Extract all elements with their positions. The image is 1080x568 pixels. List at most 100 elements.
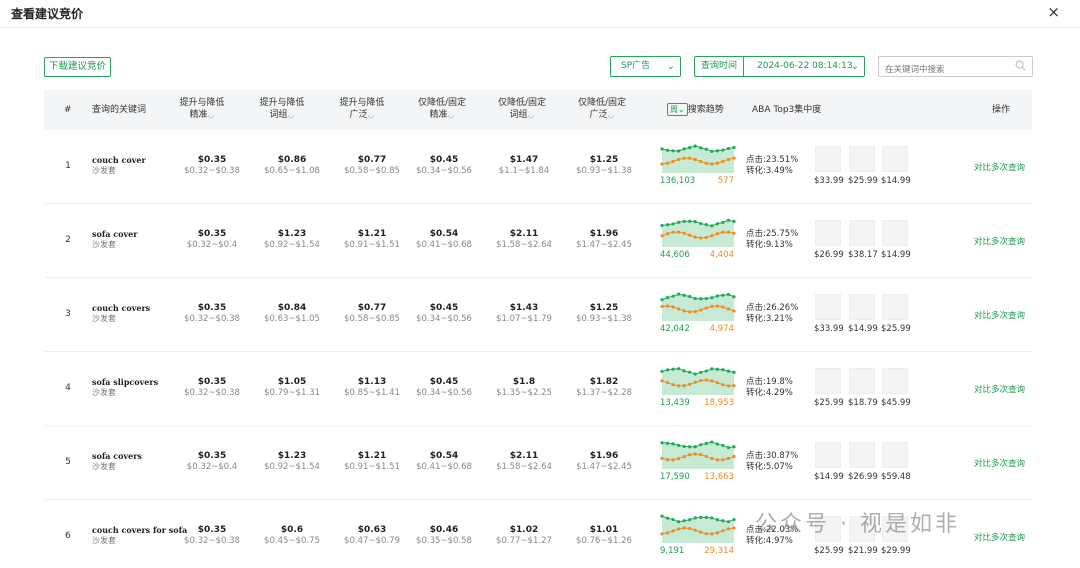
trend-line-orange-point xyxy=(710,379,714,383)
bid-cell: $1.8 $1.35~$2.25 xyxy=(484,377,564,399)
keyword-search-box[interactable] xyxy=(878,56,1033,80)
trend-line-green-point xyxy=(665,148,670,152)
product-thumbnail[interactable] xyxy=(882,442,908,468)
aba-cell: 点击:23.51% 转化:3.49% xyxy=(746,155,798,177)
product-thumbnail[interactable] xyxy=(882,146,908,172)
product-card[interactable]: $26.99 xyxy=(814,220,844,262)
product-thumbnail[interactable] xyxy=(815,368,841,394)
bid-value: $0.35 xyxy=(197,525,227,535)
query-time-value: 2024-06-22 08:14:13 xyxy=(757,61,853,71)
keyword-translation: 沙发套 xyxy=(92,462,116,471)
product-thumbnail[interactable] xyxy=(815,146,841,172)
trend-line-orange-point xyxy=(677,527,681,531)
keyword-search-input[interactable] xyxy=(879,60,1007,80)
col-down-only-phrase[interactable]: 仅降低/固定 词组◡ xyxy=(482,97,562,121)
product-card[interactable]: $14.99 xyxy=(814,442,844,484)
top3-products: $25.99 $18.79 $45.99 xyxy=(814,368,914,408)
trend-line-green-point xyxy=(699,515,703,519)
trend-search-rank: 577 xyxy=(717,176,734,186)
product-thumbnail[interactable] xyxy=(849,442,875,468)
product-card[interactable]: $33.99 xyxy=(814,294,844,336)
bid-value: $1.13 xyxy=(357,377,387,387)
compare-queries-link[interactable]: 对比多次查询 xyxy=(974,457,1025,469)
compare-queries-link[interactable]: 对比多次查询 xyxy=(974,383,1025,395)
keyword-cell: sofa covers 沙发套 xyxy=(92,451,142,472)
keyword-cell: couch covers 沙发套 xyxy=(92,303,150,324)
col-down-only-exact[interactable]: 仅降低/固定 精准◡ xyxy=(402,97,482,121)
product-thumbnail[interactable] xyxy=(849,294,875,320)
bid-value: $0.45 xyxy=(429,303,459,313)
trend-period-toggle[interactable]: 周⌄ xyxy=(667,103,688,116)
trend-line-orange-point xyxy=(677,456,681,461)
aba-click-share: 点击:30.87% xyxy=(746,451,799,461)
product-thumbnail[interactable] xyxy=(849,220,875,246)
compare-queries-link[interactable]: 对比多次查询 xyxy=(974,309,1025,321)
aba-click-share: 点击:23.51% xyxy=(746,155,799,165)
aba-cell: 点击:19.8% 转化:4.29% xyxy=(746,377,793,399)
trend-line-orange-point xyxy=(732,384,736,388)
product-thumbnail[interactable] xyxy=(815,220,841,246)
bid-value: $0.35 xyxy=(197,451,227,461)
compare-queries-link[interactable]: 对比多次查询 xyxy=(974,161,1025,173)
product-card[interactable]: $14.99 xyxy=(881,220,911,262)
col-up-down-exact[interactable]: 提升与降低 精准◡ xyxy=(162,97,242,121)
product-price: $25.99 xyxy=(814,546,844,556)
product-card[interactable]: $33.99 xyxy=(814,146,844,188)
product-thumbnail[interactable] xyxy=(815,294,841,320)
col-label-top: 仅降低/固定 xyxy=(497,98,547,108)
product-card[interactable]: $18.79 xyxy=(848,368,878,410)
product-price: $14.99 xyxy=(881,250,911,260)
product-card[interactable]: $59.48 xyxy=(881,442,911,484)
query-time-select[interactable]: 2024-06-22 08:14:13 ⌄ xyxy=(743,56,865,77)
trend-line-orange-point xyxy=(693,235,697,239)
product-card[interactable]: $38.17 xyxy=(848,220,878,262)
product-card[interactable]: $14.99 xyxy=(881,146,911,188)
product-card[interactable]: $25.99 xyxy=(848,146,878,188)
col-down-only-broad[interactable]: 仅降低/固定 广泛◡ xyxy=(562,97,642,121)
trend-line-orange-point xyxy=(660,304,664,309)
compare-queries-link[interactable]: 对比多次查询 xyxy=(974,235,1025,247)
product-thumbnail[interactable] xyxy=(815,442,841,468)
trend-line-orange-point xyxy=(726,157,731,162)
product-card[interactable]: $45.99 xyxy=(881,368,911,410)
trend-line-green-point xyxy=(710,296,714,300)
col-up-down-broad[interactable]: 提升与降低 广泛◡ xyxy=(322,97,402,121)
trend-line-orange-point xyxy=(688,233,692,237)
trend-line-green-point xyxy=(721,519,725,523)
download-bids-button[interactable]: 下载建议竞价 xyxy=(44,57,112,77)
product-card[interactable]: $14.99 xyxy=(848,294,878,336)
product-card[interactable]: $26.99 xyxy=(848,442,878,484)
product-price: $33.99 xyxy=(814,324,844,334)
trend-line-green-point xyxy=(688,370,692,374)
trend-line-green-point xyxy=(660,369,664,374)
bid-value: $0.54 xyxy=(429,451,459,461)
product-card[interactable]: $25.99 xyxy=(814,368,844,410)
trend-line-green-point xyxy=(732,295,736,299)
product-thumbnail[interactable] xyxy=(882,220,908,246)
trend-line-orange-point xyxy=(732,309,736,313)
col-up-down-phrase[interactable]: 提升与降低 词组◡ xyxy=(242,97,322,121)
bid-cell: $1.05 $0.79~$1.31 xyxy=(252,377,332,399)
product-thumbnail[interactable] xyxy=(849,368,875,394)
product-thumbnail[interactable] xyxy=(882,368,908,394)
trend-search-volume: 17,590 xyxy=(660,472,690,482)
trend-line-green-point xyxy=(660,223,664,228)
product-card[interactable]: $25.99 xyxy=(881,294,911,336)
trend-line-orange-point xyxy=(732,231,736,235)
trend-line-green-point xyxy=(704,147,708,151)
product-thumbnail[interactable] xyxy=(849,146,875,172)
bid-range: $0.41~$0.68 xyxy=(416,240,472,250)
trend-line-orange-point xyxy=(671,458,675,462)
trend-line-orange-point xyxy=(688,382,692,386)
ad-type-select[interactable]: SP广告 ⌄ xyxy=(610,56,681,77)
trend-line-orange-point xyxy=(660,162,664,166)
aba-click-share: 点击:25.75% xyxy=(746,229,799,239)
close-icon[interactable]: × xyxy=(1047,3,1060,21)
bid-value: $0.6 xyxy=(280,525,304,535)
bid-range: $0.93~$1.38 xyxy=(576,166,632,176)
product-price: $14.99 xyxy=(848,324,878,334)
trend-search-rank: 13,663 xyxy=(704,472,734,482)
chevron-down-icon: ⌄ xyxy=(850,61,859,72)
trend-line-orange-point xyxy=(732,526,736,530)
product-thumbnail[interactable] xyxy=(882,294,908,320)
